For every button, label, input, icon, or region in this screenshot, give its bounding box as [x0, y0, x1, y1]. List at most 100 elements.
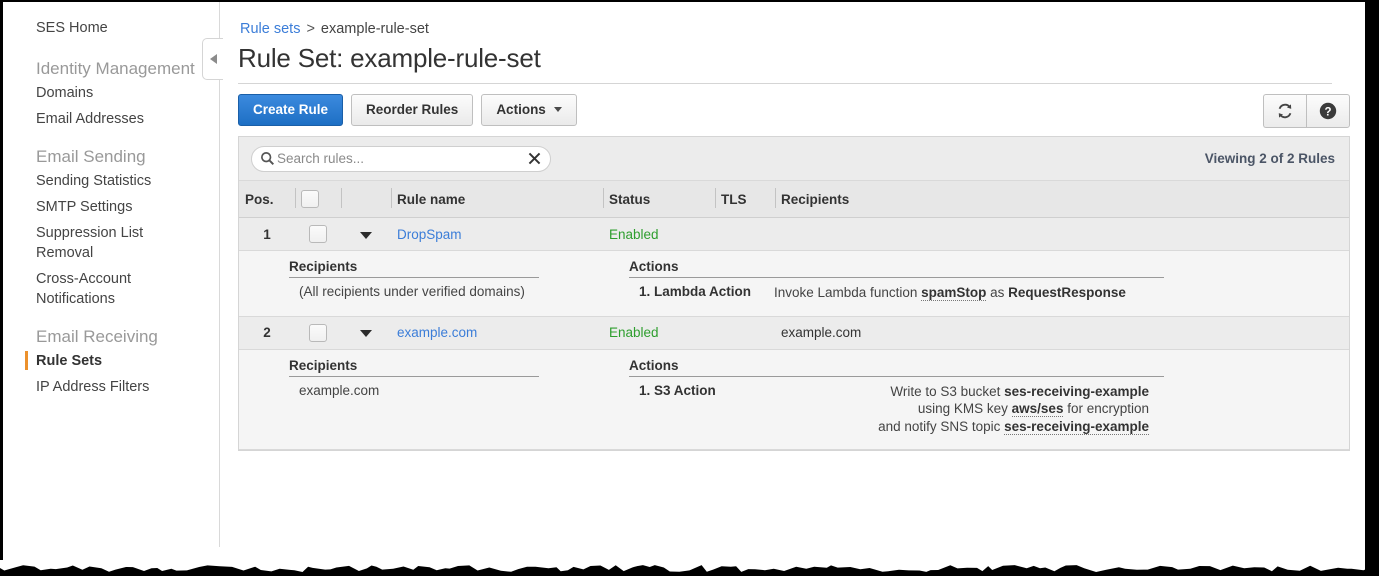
sidebar-item-label: SES Home	[36, 20, 108, 36]
row-checkbox[interactable]	[309, 324, 327, 342]
action-text-run: and notify SNS topic	[878, 419, 1004, 434]
torn-bottom-edge	[0, 550, 1379, 576]
sidebar-item-label: Domains	[36, 85, 93, 101]
table-row[interactable]: 2 example.com Enabled	[239, 316, 1349, 349]
detail-recipients-heading: Recipients	[289, 259, 539, 278]
row-recipients-cell	[775, 218, 1349, 251]
rules-table-body: 1 DropSpam Enabled	[239, 218, 1349, 450]
actions-dropdown-button[interactable]: Actions	[481, 94, 577, 126]
toolbar-icon-buttons: ?	[1263, 94, 1350, 128]
page-title: Rule Set: example-rule-set	[238, 43, 1355, 74]
detail-action-description: Invoke Lambda function spamStop as Reque…	[774, 284, 1149, 302]
detail-action-row: 1. S3 Action Write to S3 bucket ses-rece…	[629, 377, 1349, 436]
table-row[interactable]: 1 DropSpam Enabled	[239, 218, 1349, 251]
action-text-run: Write to S3 bucket	[890, 384, 1004, 399]
detail-recipients-value: example.com	[289, 377, 589, 398]
reorder-rules-button[interactable]: Reorder Rules	[351, 94, 473, 126]
action-text-run: spamStop	[921, 285, 986, 301]
status-badge: Enabled	[609, 325, 659, 340]
sidebar-item-label: Suppression List Removal	[36, 225, 143, 261]
breadcrumb-link-rule-sets[interactable]: Rule sets	[240, 21, 300, 37]
sidebar-item-ses-home[interactable]: SES Home	[3, 2, 219, 42]
sidebar-item-rule-sets[interactable]: Rule Sets	[3, 348, 219, 374]
breadcrumb: Rule sets>example-rule-set	[220, 2, 1355, 37]
action-text-run: Invoke Lambda function	[774, 285, 921, 300]
chevron-down-icon[interactable]	[360, 232, 372, 239]
sidebar-item-cross-account-notifications[interactable]: Cross-Account Notifications	[3, 266, 166, 312]
sidebar-item-smtp-settings[interactable]: SMTP Settings	[3, 194, 219, 220]
chevron-left-icon	[210, 54, 217, 64]
frame-left-edge	[0, 0, 3, 560]
rules-table-header: Pos. Rule name Status TLS Recipients	[239, 181, 1349, 218]
sidebar-item-sending-statistics[interactable]: Sending Statistics	[3, 168, 219, 194]
table-row-detail: Recipients example.com Actions 1. S3 Act…	[239, 349, 1349, 450]
clear-icon[interactable]	[527, 151, 542, 166]
detail-recipients-section: Recipients example.com	[289, 358, 589, 436]
detail-actions-heading: Actions	[629, 259, 1164, 278]
row-select-cell	[295, 316, 341, 349]
row-expand-cell	[341, 218, 391, 251]
sidebar-item-email-addresses[interactable]: Email Addresses	[3, 106, 219, 132]
sidebar-group-identity-management: Identity Management	[3, 58, 219, 80]
row-position: 1	[239, 218, 295, 251]
rule-name-link[interactable]: example.com	[397, 325, 477, 340]
column-header-rule-name: Rule name	[391, 181, 603, 218]
status-badge: Enabled	[609, 227, 659, 242]
sidebar-item-ip-address-filters[interactable]: IP Address Filters	[3, 374, 219, 400]
row-checkbox[interactable]	[309, 225, 327, 243]
sidebar-item-suppression-list-removal[interactable]: Suppression List Removal	[3, 220, 166, 266]
action-text-run: RequestResponse	[1008, 285, 1126, 300]
action-text-run: as	[986, 285, 1008, 300]
action-text-line: using KMS key aws/ses for encryption	[774, 400, 1149, 418]
search-field[interactable]	[251, 146, 551, 172]
help-button[interactable]: ?	[1306, 94, 1350, 128]
browser-viewport: SES Home Identity Management Domains Ema…	[3, 2, 1355, 547]
sidebar-item-label: Email Addresses	[36, 111, 144, 127]
detail-recipients-value: (All recipients under verified domains)	[289, 278, 589, 299]
row-rule-name-cell: example.com	[391, 316, 603, 349]
column-header-select-all	[295, 181, 341, 218]
breadcrumb-separator: >	[306, 21, 314, 37]
sidebar-item-label: IP Address Filters	[36, 379, 149, 395]
search-input[interactable]	[275, 151, 527, 166]
row-recipients-cell: example.com	[775, 316, 1349, 349]
row-status-cell: Enabled	[603, 316, 715, 349]
detail-actions-heading: Actions	[629, 358, 1164, 377]
select-all-checkbox[interactable]	[301, 190, 319, 208]
screenshot-root: SES Home Identity Management Domains Ema…	[0, 0, 1379, 576]
viewing-count: Viewing 2 of 2 Rules	[1205, 151, 1335, 166]
sidebar-item-domains[interactable]: Domains	[3, 80, 219, 106]
column-header-tls: TLS	[715, 181, 775, 218]
detail-actions-section: Actions 1. Lambda Action Invoke Lambda f…	[629, 259, 1349, 302]
sidebar-item-label: SMTP Settings	[36, 199, 132, 215]
rule-name-link[interactable]: DropSpam	[397, 227, 462, 242]
action-text-line: and notify SNS topic ses-receiving-examp…	[774, 418, 1149, 436]
sidebar: SES Home Identity Management Domains Ema…	[3, 2, 220, 547]
refresh-button[interactable]	[1263, 94, 1306, 128]
rules-table: Pos. Rule name Status TLS Recipients	[239, 181, 1349, 450]
rule-detail-panel: Recipients (All recipients under verifie…	[239, 251, 1349, 316]
detail-action-label: 1. Lambda Action	[629, 284, 774, 302]
detail-action-row: 1. Lambda Action Invoke Lambda function …	[629, 278, 1349, 302]
sidebar-item-label: Cross-Account Notifications	[36, 271, 131, 307]
search-icon	[260, 151, 275, 166]
sidebar-collapse-button[interactable]	[202, 38, 223, 80]
create-rule-button[interactable]: Create Rule	[238, 94, 343, 126]
sidebar-group-email-sending: Email Sending	[3, 146, 219, 168]
refresh-icon	[1276, 102, 1294, 120]
title-divider	[238, 83, 1332, 84]
detail-actions-section: Actions 1. S3 Action Write to S3 bucket …	[629, 358, 1349, 436]
frame-right-edge	[1365, 0, 1379, 576]
toolbar: Create Rule Reorder Rules Actions	[238, 94, 1350, 126]
sidebar-group-email-receiving: Email Receiving	[3, 326, 219, 348]
column-header-pos: Pos.	[239, 181, 295, 218]
sidebar-item-label: Rule Sets	[36, 353, 102, 369]
detail-action-label: 1. S3 Action	[629, 383, 774, 436]
rules-panel: Viewing 2 of 2 Rules Pos. Rule name Stat…	[238, 136, 1350, 451]
sidebar-item-label: Sending Statistics	[36, 173, 151, 189]
chevron-down-icon[interactable]	[360, 330, 372, 337]
actions-label: Actions	[496, 102, 546, 117]
detail-recipients-section: Recipients (All recipients under verifie…	[289, 259, 589, 302]
detail-recipients-heading: Recipients	[289, 358, 539, 377]
chevron-down-icon	[554, 107, 562, 112]
